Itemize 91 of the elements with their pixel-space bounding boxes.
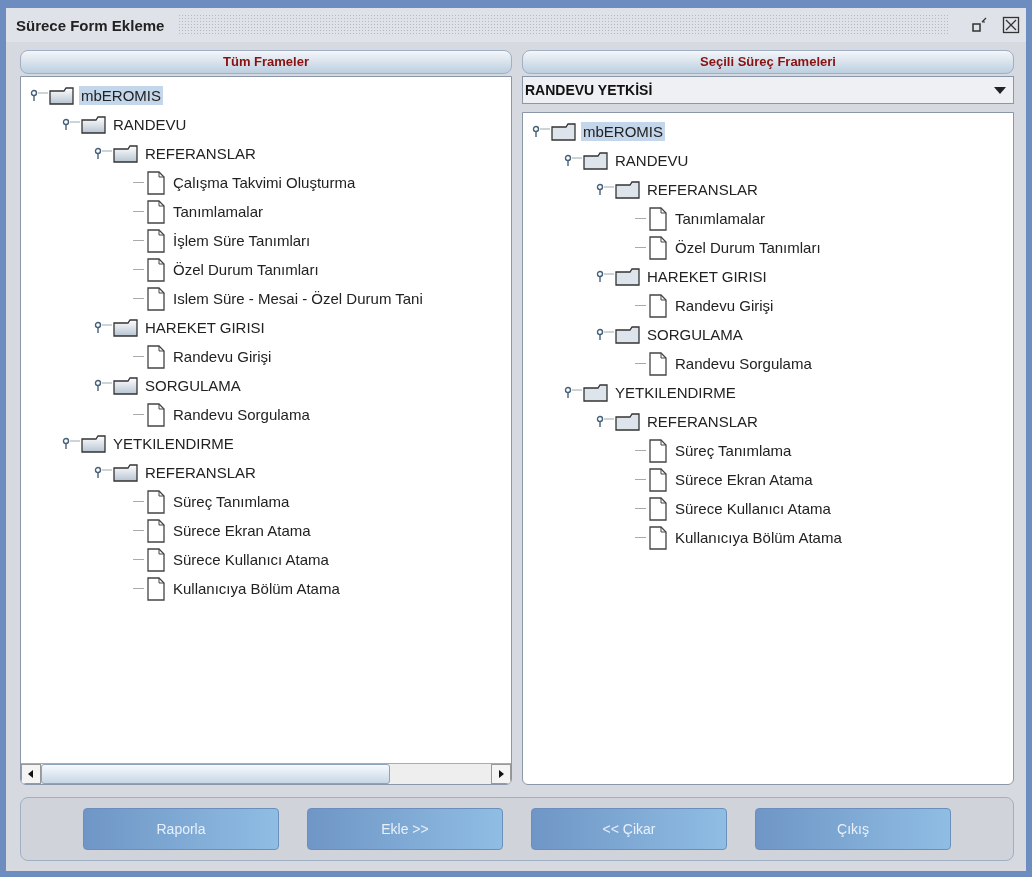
folder-icon	[113, 376, 139, 395]
expand-handle-icon[interactable]	[563, 385, 583, 400]
document-icon	[145, 576, 167, 601]
expand-handle-icon[interactable]	[531, 124, 551, 139]
folder-icon	[113, 144, 139, 163]
tree-item[interactable]: Sürece Kullanıcı Atama	[171, 550, 331, 569]
expand-handle-icon[interactable]	[93, 146, 113, 161]
tree-item[interactable]: RANDEVU	[111, 115, 189, 134]
document-icon	[647, 496, 669, 521]
scroll-right-icon[interactable]	[491, 764, 511, 784]
document-icon	[647, 293, 669, 318]
expand-handle-icon[interactable]	[595, 182, 615, 197]
expand-handle-icon[interactable]	[595, 327, 615, 342]
panel-header: Tüm Frameler	[20, 50, 512, 74]
tree-item[interactable]: Sürece Ekran Atama	[171, 521, 313, 540]
document-icon	[647, 438, 669, 463]
tree-item[interactable]: YETKILENDIRME	[111, 434, 236, 453]
folder-icon	[583, 383, 609, 402]
tree-item[interactable]: mbEROMIS	[79, 86, 163, 105]
horizontal-scrollbar[interactable]	[21, 763, 511, 784]
expand-handle-icon[interactable]	[563, 153, 583, 168]
expand-handle-icon[interactable]	[595, 414, 615, 429]
tree-item[interactable]: RANDEVU	[613, 151, 691, 170]
document-icon	[647, 351, 669, 376]
tree-item[interactable]: Kullanıcıya Bölüm Atama	[673, 528, 844, 547]
document-icon	[145, 286, 167, 311]
folder-icon	[615, 267, 641, 286]
tree-item[interactable]: Süreç Tanımlama	[171, 492, 292, 511]
tree-item[interactable]: Randevu Girişi	[171, 347, 274, 366]
tree-item[interactable]: Sürece Ekran Atama	[673, 470, 815, 489]
tree-item[interactable]: SORGULAMA	[143, 376, 243, 395]
document-icon	[145, 199, 167, 224]
document-icon	[647, 206, 669, 231]
document-icon	[145, 518, 167, 543]
tree-item[interactable]: Özel Durum Tanımları	[673, 238, 823, 257]
expand-handle-icon[interactable]	[61, 436, 81, 451]
tree-item[interactable]: REFERANSLAR	[645, 412, 760, 431]
close-icon[interactable]	[1002, 16, 1020, 34]
dropdown-arrow-icon[interactable]	[993, 85, 1007, 95]
tree-item[interactable]: Tanımlamalar	[171, 202, 266, 221]
window-title: Sürece Form Ekleme	[16, 16, 165, 34]
panel-header: Seçili Süreç Frameleri	[522, 50, 1014, 74]
document-icon	[145, 228, 167, 253]
folder-icon	[113, 463, 139, 482]
folder-icon	[615, 412, 641, 431]
tree-item[interactable]: REFERANSLAR	[143, 144, 258, 163]
document-icon	[145, 257, 167, 282]
scroll-thumb[interactable]	[41, 764, 390, 784]
expand-handle-icon[interactable]	[93, 320, 113, 335]
folder-icon	[583, 151, 609, 170]
folder-icon	[81, 115, 107, 134]
expand-handle-icon[interactable]	[29, 88, 49, 103]
folder-icon	[81, 434, 107, 453]
tree-item[interactable]: Tanımlamalar	[673, 209, 768, 228]
document-icon	[145, 344, 167, 369]
tree-item[interactable]: SORGULAMA	[645, 325, 745, 344]
expand-handle-icon[interactable]	[61, 117, 81, 132]
tree-item[interactable]: REFERANSLAR	[143, 463, 258, 482]
tree-item[interactable]: mbEROMIS	[581, 122, 665, 141]
folder-icon	[615, 180, 641, 199]
tree-item[interactable]: REFERANSLAR	[645, 180, 760, 199]
tree-item[interactable]: Randevu Sorgulama	[171, 405, 312, 424]
tree-item[interactable]: Randevu Girişi	[673, 296, 776, 315]
tree-item[interactable]: HAREKET GIRISI	[645, 267, 769, 286]
document-icon	[145, 402, 167, 427]
tree-item[interactable]: Islem Süre - Mesai - Özel Durum Tani	[171, 289, 425, 308]
document-icon	[145, 170, 167, 195]
folder-icon	[615, 325, 641, 344]
document-icon	[145, 547, 167, 572]
tree-item[interactable]: Randevu Sorgulama	[673, 354, 814, 373]
folder-icon	[551, 122, 577, 141]
tree-item[interactable]: YETKILENDIRME	[613, 383, 738, 402]
expand-handle-icon[interactable]	[93, 378, 113, 393]
document-icon	[647, 525, 669, 550]
document-icon	[647, 235, 669, 260]
folder-icon	[49, 86, 75, 105]
folder-icon	[113, 318, 139, 337]
tree-item[interactable]: Özel Durum Tanımları	[171, 260, 321, 279]
scroll-left-icon[interactable]	[21, 764, 41, 784]
expand-handle-icon[interactable]	[93, 465, 113, 480]
tree-item[interactable]: Süreç Tanımlama	[673, 441, 794, 460]
document-icon	[647, 467, 669, 492]
tree-item[interactable]: HAREKET GIRISI	[143, 318, 267, 337]
process-dropdown[interactable]: RANDEVU YETKİSİ	[522, 76, 1014, 104]
restore-icon[interactable]	[970, 16, 988, 34]
document-icon	[145, 489, 167, 514]
tree-item[interactable]: Sürece Kullanıcı Atama	[673, 499, 833, 518]
tree-item[interactable]: İşlem Süre Tanımları	[171, 231, 313, 250]
tree-item[interactable]: Kullanıcıya Bölüm Atama	[171, 579, 342, 598]
expand-handle-icon[interactable]	[595, 269, 615, 284]
tree-item[interactable]: Çalışma Takvimi Oluşturma	[171, 173, 358, 192]
